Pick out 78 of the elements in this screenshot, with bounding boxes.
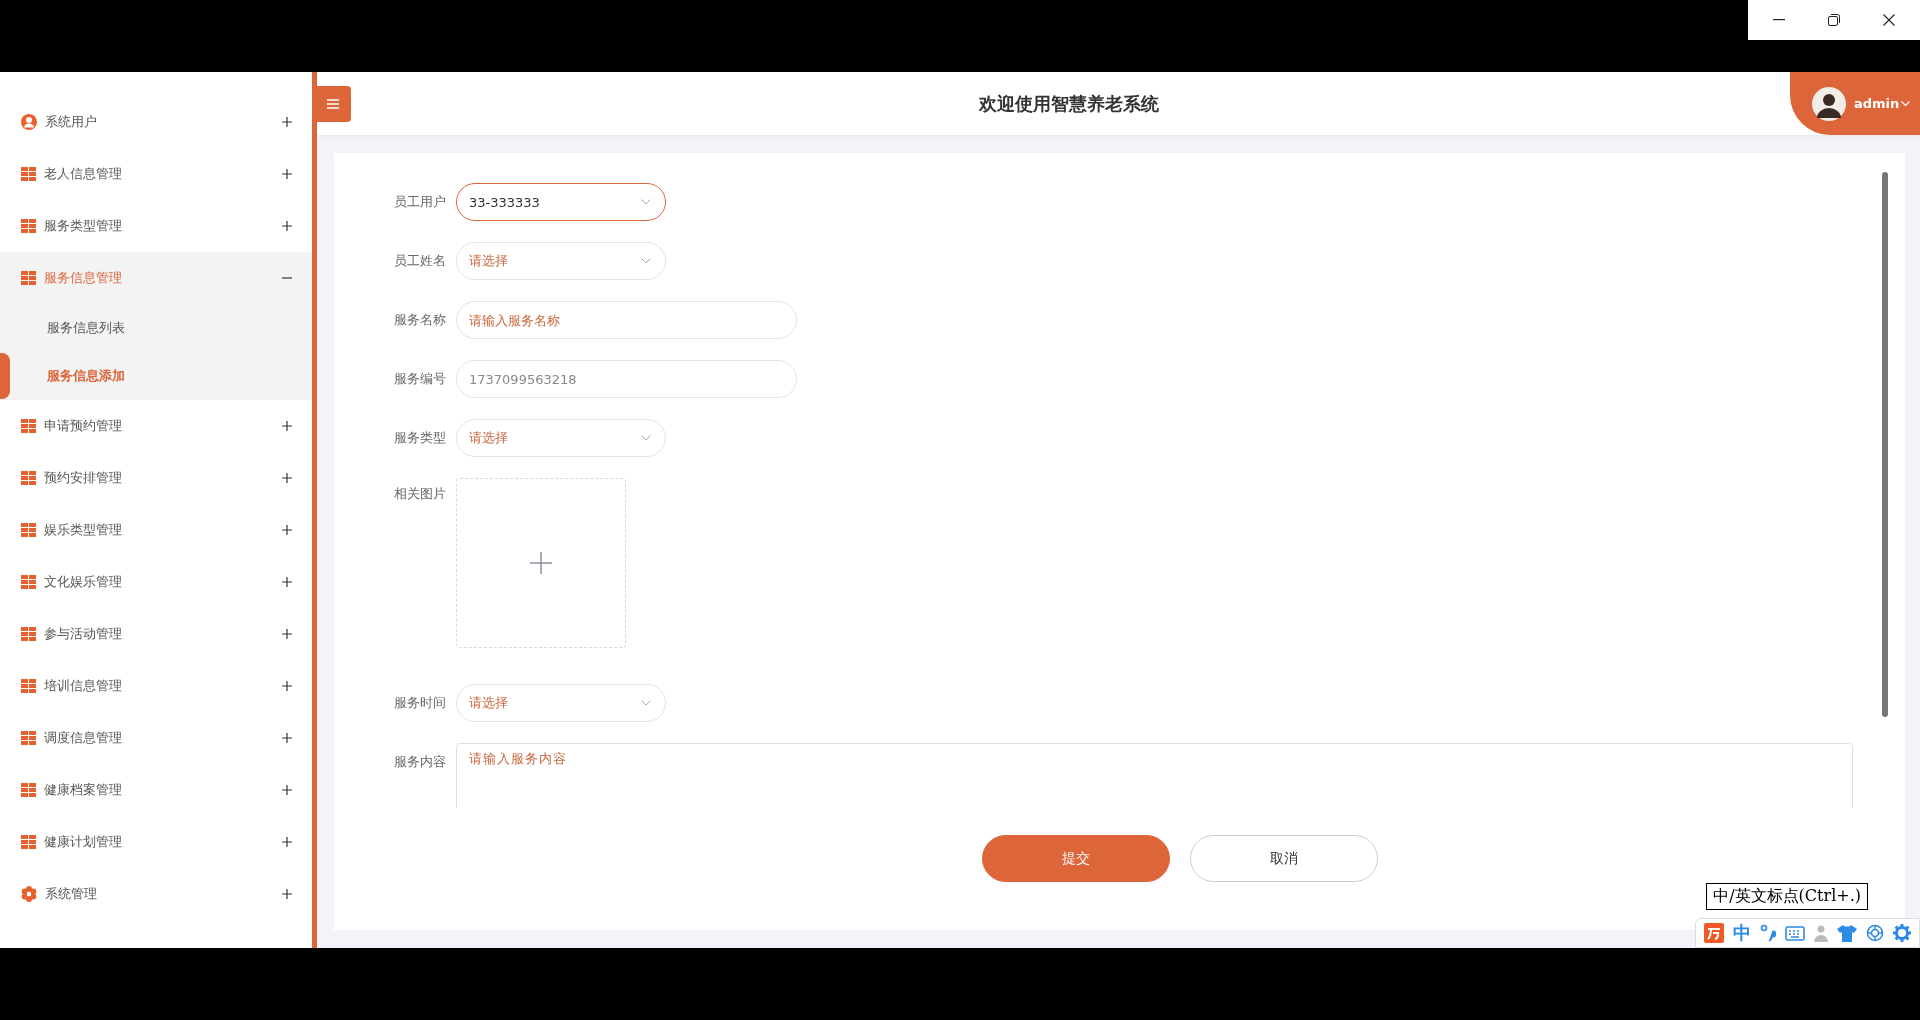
expand-icon [282,117,292,127]
cancel-button[interactable]: 取消 [1189,835,1378,882]
expand-icon [282,525,292,535]
field-label: 员工用户 [393,193,447,211]
grid-icon [21,575,36,589]
grid-icon [21,783,36,797]
text-field[interactable]: 请输入服务名称 [456,301,797,339]
chevron-icon [641,199,651,205]
sidebar-item[interactable]: 服务类型管理 [0,200,312,252]
expand-icon [282,169,292,179]
sidebar-item[interactable]: 预约安排管理 [0,452,312,504]
sidebar-item[interactable]: 老人信息管理 [0,148,312,200]
expand-icon [282,629,292,639]
text-area[interactable]: 请输入服务内容 [456,743,1853,808]
expand-icon [282,733,292,743]
field-label: 相关图片 [393,485,447,503]
plus-icon [530,552,552,574]
sidebar-item[interactable]: 健康计划管理 [0,816,312,868]
sidebar-item[interactable]: 系统管理 [0,868,312,920]
grid-icon [21,523,36,537]
submenu-item[interactable]: 服务信息列表 [0,304,312,352]
swirl-icon[interactable] [1866,924,1884,942]
avatar-icon [1812,86,1846,121]
user-menu[interactable]: admin [1790,72,1920,135]
sidebar-item[interactable]: 申请预约管理 [0,400,312,452]
expand-icon [282,421,292,431]
field-label: 服务时间 [393,694,447,712]
user-icon [21,114,37,130]
punctuation-icon[interactable] [1760,924,1776,942]
expand-icon [282,785,292,795]
field-label: 服务名称 [393,311,447,329]
grid-icon [21,627,36,641]
gear-icon [21,886,37,902]
grid-icon [21,419,36,433]
ime-logo-icon[interactable] [1704,923,1724,943]
keyboard-icon[interactable] [1785,925,1805,941]
text-field[interactable]: 1737099563218 [456,360,797,398]
grid-icon [21,219,36,233]
sidebar-item[interactable]: 文化娱乐管理 [0,556,312,608]
restore-icon[interactable] [1828,14,1840,26]
chevron-icon [641,258,651,264]
field-label: 员工姓名 [393,252,447,270]
grid-icon [21,835,36,849]
sidebar-item[interactable]: 健康档案管理 [0,764,312,816]
field-label: 服务类型 [393,429,447,447]
chevron-icon [641,435,651,441]
grid-icon [21,167,36,181]
field-label: 服务内容 [393,753,447,771]
chevron-icon [641,700,651,706]
submit-button[interactable]: 提交 [981,835,1170,882]
grid-icon [21,471,36,485]
settings-icon[interactable] [1893,924,1911,942]
expand-icon [282,837,292,847]
menu-icon [327,98,339,109]
expand-icon [282,681,292,691]
minimize-icon[interactable] [1773,19,1786,21]
expand-icon [282,473,292,483]
ime-tooltip: 中/英文标点(Ctrl+.) [1706,883,1868,910]
person-icon[interactable] [1814,924,1828,942]
sidebar-item[interactable]: 参与活动管理 [0,608,312,660]
grid-icon [21,271,36,285]
menu-button[interactable] [315,85,351,122]
shirt-icon[interactable] [1837,924,1857,942]
sidebar-item[interactable]: 调度信息管理 [0,712,312,764]
sidebar-item[interactable]: 培训信息管理 [0,660,312,712]
caret-icon [1901,100,1911,107]
page-title: 欢迎使用智慧养老系统 [978,91,1159,116]
expand-icon [282,577,292,587]
sidebar-item[interactable]: 系统用户 [0,96,312,148]
scrollbar-thumb[interactable] [1882,172,1888,717]
input-mode-toggle[interactable]: 中 [1733,921,1751,945]
grid-icon [21,679,36,693]
expand-icon [282,221,292,231]
close-icon[interactable] [1882,14,1895,26]
field-label: 服务编号 [393,370,447,388]
expand-icon [282,889,292,899]
grid-icon [21,731,36,745]
sidebar-item[interactable]: 娱乐类型管理 [0,504,312,556]
